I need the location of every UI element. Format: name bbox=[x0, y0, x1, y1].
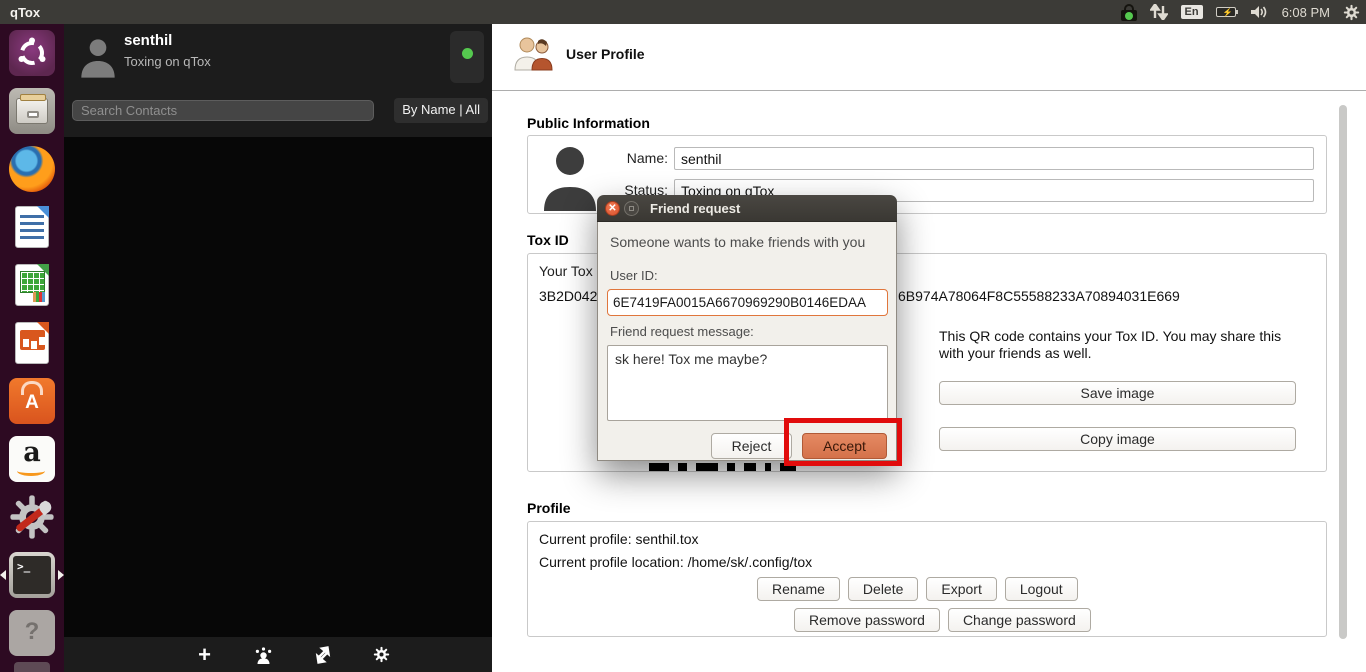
focused-indicator bbox=[58, 570, 64, 580]
export-button[interactable]: Export bbox=[926, 577, 996, 601]
your-tox-id-label: Your Tox bbox=[539, 263, 593, 279]
help-icon[interactable]: ? bbox=[9, 610, 55, 656]
dialog-message: Someone wants to make friends with you bbox=[610, 234, 865, 250]
profile-buttons-row-2: Remove password Change password bbox=[794, 608, 1091, 632]
trash-icon[interactable] bbox=[14, 662, 50, 672]
profile-heading: Profile bbox=[527, 500, 571, 516]
rename-button[interactable]: Rename bbox=[757, 577, 840, 601]
current-profile-text: Current profile: senthil.tox bbox=[539, 531, 699, 547]
copy-image-button[interactable]: Copy image bbox=[939, 427, 1296, 451]
maximize-icon[interactable] bbox=[624, 201, 639, 216]
profile-box: Current profile: senthil.tox Current pro… bbox=[527, 521, 1327, 637]
name-input[interactable] bbox=[674, 147, 1314, 170]
running-indicator bbox=[0, 570, 6, 580]
clock[interactable]: 6:08 PM bbox=[1282, 5, 1330, 20]
status-selector-button[interactable] bbox=[450, 31, 484, 83]
contact-list[interactable] bbox=[64, 137, 492, 637]
self-name: senthil bbox=[124, 32, 172, 49]
save-image-button[interactable]: Save image bbox=[939, 381, 1296, 405]
software-center-icon[interactable]: A bbox=[9, 378, 55, 424]
tox-id-value-left: 3B2D042 bbox=[539, 288, 597, 304]
add-friend-icon[interactable]: + bbox=[195, 645, 215, 665]
qr-code-bottom-edge bbox=[649, 463, 796, 471]
amazon-icon[interactable]: a bbox=[9, 436, 55, 482]
file-transfers-icon[interactable] bbox=[313, 645, 333, 665]
keyring-status-icon[interactable] bbox=[1121, 4, 1137, 21]
page-title: User Profile bbox=[566, 46, 645, 62]
user-id-label: User ID: bbox=[610, 268, 658, 283]
request-message-textarea[interactable]: sk here! Tox me maybe? bbox=[607, 345, 888, 421]
system-tray: En ⚡ 6:08 PM bbox=[1121, 0, 1360, 24]
firefox-icon[interactable] bbox=[9, 146, 55, 192]
friend-request-dialog: ✕ Friend request Someone wants to make f… bbox=[597, 195, 897, 461]
libreoffice-writer-icon[interactable] bbox=[9, 204, 55, 250]
request-message-label: Friend request message: bbox=[610, 324, 754, 339]
libreoffice-calc-icon[interactable] bbox=[9, 262, 55, 308]
volume-icon[interactable] bbox=[1249, 4, 1269, 20]
current-profile-location-text: Current profile location: /home/sk/.conf… bbox=[539, 554, 812, 570]
vertical-scrollbar[interactable] bbox=[1339, 105, 1347, 639]
dialog-titlebar[interactable]: ✕ Friend request bbox=[597, 195, 897, 222]
name-label: Name: bbox=[620, 150, 668, 166]
profile-buttons-row-1: Rename Delete Export Logout bbox=[757, 577, 1078, 601]
file-manager-icon[interactable] bbox=[9, 88, 55, 134]
self-status-message: Toxing on qTox bbox=[124, 54, 211, 69]
battery-icon[interactable]: ⚡ bbox=[1216, 7, 1236, 17]
search-row: By Name | All bbox=[64, 90, 492, 137]
contacts-panel: senthil Toxing on qTox By Name | All + bbox=[64, 24, 492, 672]
keyboard-layout-indicator[interactable]: En bbox=[1181, 5, 1203, 19]
ubuntu-dash-icon[interactable] bbox=[9, 30, 55, 76]
terminal-icon[interactable]: >_ bbox=[9, 552, 55, 598]
online-dot bbox=[1125, 12, 1133, 20]
logout-button[interactable]: Logout bbox=[1005, 577, 1078, 601]
contact-filter-button[interactable]: By Name | All bbox=[394, 98, 488, 123]
close-icon[interactable]: ✕ bbox=[605, 201, 620, 216]
reject-button[interactable]: Reject bbox=[711, 433, 792, 459]
bottom-toolbar: + bbox=[64, 637, 492, 672]
session-gear-icon[interactable] bbox=[1343, 4, 1360, 21]
accept-button[interactable]: Accept bbox=[802, 433, 887, 459]
change-password-button[interactable]: Change password bbox=[948, 608, 1091, 632]
active-app-title: qTox bbox=[10, 5, 40, 20]
settings-gear-icon[interactable] bbox=[372, 645, 392, 665]
libreoffice-impress-icon[interactable] bbox=[9, 320, 55, 366]
profile-avatar[interactable] bbox=[542, 142, 598, 212]
qr-caption: This QR code contains your Tox ID. You m… bbox=[939, 328, 1284, 362]
tox-id-heading: Tox ID bbox=[527, 232, 569, 248]
system-settings-icon[interactable] bbox=[9, 494, 55, 540]
remove-password-button[interactable]: Remove password bbox=[794, 608, 940, 632]
tox-id-value-right: 6B974A78064F8C55588233A70894031E669 bbox=[898, 288, 1180, 304]
user-profile-icon bbox=[513, 36, 553, 72]
self-avatar[interactable] bbox=[78, 32, 118, 80]
top-panel: qTox En ⚡ 6:08 PM bbox=[0, 0, 1366, 24]
self-profile-header[interactable]: senthil Toxing on qTox bbox=[64, 24, 492, 90]
delete-button[interactable]: Delete bbox=[848, 577, 918, 601]
dialog-title: Friend request bbox=[650, 201, 740, 216]
unity-launcher: A a >_ ? bbox=[0, 24, 64, 672]
header-divider bbox=[492, 90, 1366, 91]
group-chat-icon[interactable] bbox=[254, 645, 274, 665]
search-contacts-input[interactable] bbox=[72, 100, 374, 121]
network-indicator-icon[interactable] bbox=[1150, 4, 1168, 20]
dialog-body: Someone wants to make friends with you U… bbox=[597, 222, 897, 461]
user-id-input[interactable] bbox=[607, 289, 888, 316]
public-information-heading: Public Information bbox=[527, 115, 650, 131]
online-status-dot bbox=[462, 48, 473, 59]
